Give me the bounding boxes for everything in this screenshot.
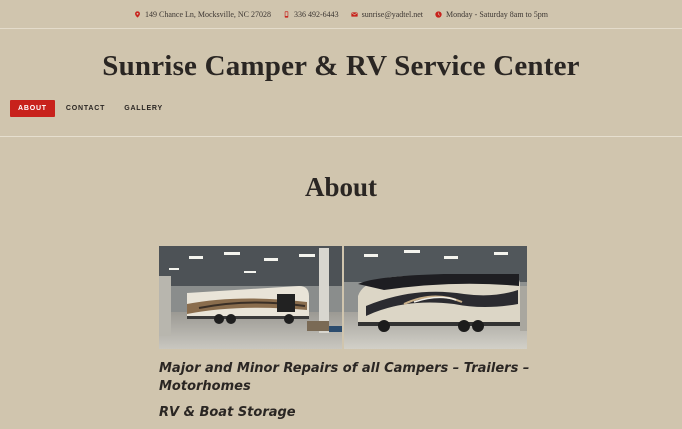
nav-item-about[interactable]: ABOUT (10, 100, 55, 117)
phone-icon (284, 10, 289, 18)
nav-item-contact[interactable]: CONTACT (58, 100, 113, 117)
contact-info-bar: 149 Chance Ln, Mocksville, NC 27028 336 … (0, 0, 682, 29)
rv-garage-photo-2[interactable] (344, 246, 527, 349)
storage-text: RV & Boat Storage (159, 405, 296, 420)
hours-text: Monday - Saturday 8am to 5pm (446, 9, 548, 19)
phone-info[interactable]: 336 492-6443 (283, 10, 339, 19)
clock-icon (435, 10, 442, 18)
address-text: 149 Chance Ln, Mocksville, NC 27028 (145, 9, 271, 19)
page-title: About (304, 172, 378, 202)
hours-info: Monday - Saturday 8am to 5pm (435, 10, 548, 19)
site-title[interactable]: Sunrise Camper & RV Service Center (0, 50, 682, 83)
about-content: Major and Minor Repairs of all Campers –… (159, 360, 539, 429)
services-text: Major and Minor Repairs of all Campers –… (159, 361, 530, 394)
rv-garage-photo-1[interactable] (159, 246, 342, 349)
map-pin-icon (135, 10, 140, 18)
email-text[interactable]: sunrise@yadtel.net (362, 10, 423, 19)
header-divider (0, 136, 682, 137)
nav-item-gallery[interactable]: GALLERY (116, 100, 171, 117)
main-nav: ABOUT CONTACT GALLERY (10, 100, 174, 117)
phone-text[interactable]: 336 492-6443 (294, 10, 339, 19)
envelope-icon (351, 11, 358, 17)
photo-gallery (159, 246, 527, 349)
email-info[interactable]: sunrise@yadtel.net (351, 10, 423, 19)
address-info: 149 Chance Ln, Mocksville, NC 27028 (134, 10, 271, 19)
